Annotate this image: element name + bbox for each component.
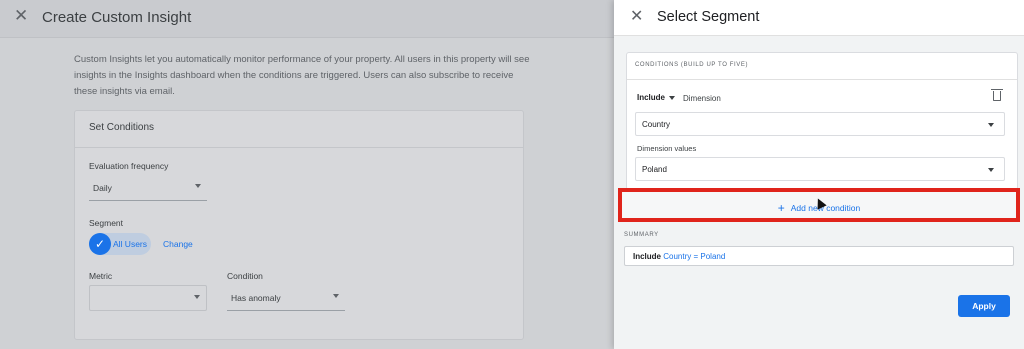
chevron-down-icon xyxy=(988,123,994,127)
condition-select[interactable]: Has anomaly xyxy=(227,285,345,311)
chevron-down-icon xyxy=(988,168,994,172)
condition-label: Condition xyxy=(227,271,263,281)
set-conditions-card: Set Conditions Evaluation frequency Dail… xyxy=(74,110,524,340)
plus-icon: + xyxy=(777,201,785,215)
chevron-down-icon xyxy=(195,184,201,188)
conditions-header: CONDITIONS (BUILD UP TO FIVE) xyxy=(635,62,749,68)
evaluation-frequency-select[interactable]: Daily xyxy=(89,175,207,201)
segment-value: All Users xyxy=(113,239,148,249)
background-header: ✕ Create Custom Insight xyxy=(0,0,614,38)
summary-label: SUMMARY xyxy=(624,232,659,238)
check-icon: ✓ xyxy=(89,233,111,255)
dimension-values-value: Poland xyxy=(642,165,667,174)
condition-value: Has anomaly xyxy=(231,293,281,303)
segment-label: Segment xyxy=(89,218,124,228)
background-body: Custom Insights let you automatically mo… xyxy=(0,38,614,349)
apply-button[interactable]: Apply xyxy=(958,295,1010,317)
chevron-down-icon xyxy=(669,95,676,100)
description-text: Custom Insights let you automatically mo… xyxy=(74,54,530,97)
select-segment-panel: ✕ Select Segment CONDITIONS (BUILD UP TO… xyxy=(614,0,1024,349)
close-icon[interactable]: ✕ xyxy=(14,7,28,24)
metric-select[interactable] xyxy=(89,285,207,311)
panel-title: Select Segment xyxy=(657,9,760,25)
include-dropdown[interactable]: Include xyxy=(637,93,676,102)
dimension-select[interactable]: Country xyxy=(635,112,1005,136)
card-divider xyxy=(75,147,523,148)
dimension-value: Country xyxy=(642,120,671,129)
summary-include: Include xyxy=(633,252,662,261)
conditions-divider xyxy=(627,79,1017,80)
card-title: Set Conditions xyxy=(89,122,155,133)
evaluation-frequency-label: Evaluation frequency xyxy=(89,161,169,171)
summary-box: Include Country = Poland xyxy=(624,246,1014,266)
dimension-label: Dimension xyxy=(683,94,721,103)
segment-change-link[interactable]: Change xyxy=(163,239,193,249)
include-label: Include xyxy=(637,93,666,102)
evaluation-frequency-value: Daily xyxy=(93,183,112,193)
dimension-values-select[interactable]: Poland xyxy=(635,157,1005,181)
summary-value: Country = Poland xyxy=(663,252,726,261)
panel-header: ✕ Select Segment xyxy=(614,0,1024,36)
chevron-down-icon xyxy=(194,295,200,299)
conditions-card: CONDITIONS (BUILD UP TO FIVE) Include Di… xyxy=(626,52,1018,190)
close-icon[interactable]: ✕ xyxy=(630,9,643,25)
trash-icon[interactable] xyxy=(991,89,1003,101)
chevron-down-icon xyxy=(333,294,339,298)
metric-label: Metric xyxy=(89,271,113,281)
dimension-values-label: Dimension values xyxy=(637,144,697,153)
page-title: Create Custom Insight xyxy=(42,9,192,26)
add-new-condition-button[interactable]: + Add new condition xyxy=(618,188,1020,222)
